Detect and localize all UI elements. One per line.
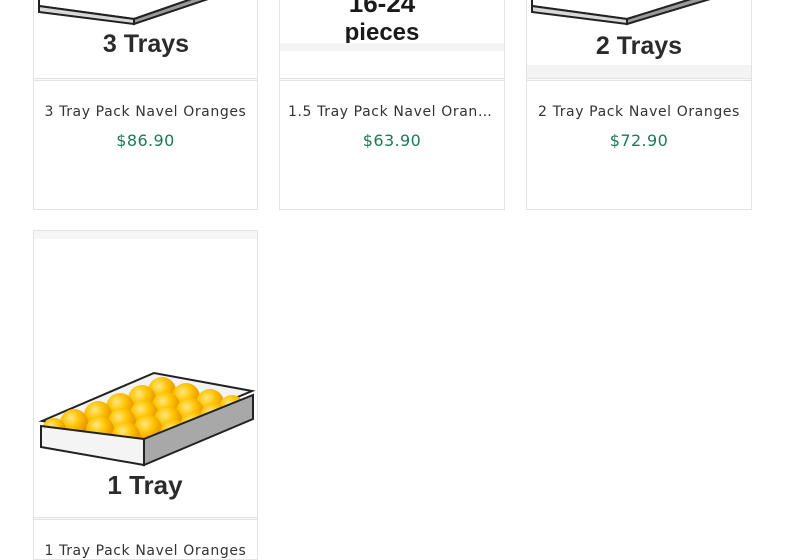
product-price: $63.90 xyxy=(362,131,422,150)
product-image[interactable]: 2 Trays xyxy=(527,0,751,78)
product-price: $72.90 xyxy=(609,131,669,150)
product-title[interactable]: 1.5 Tray Pack Navel Oranges xyxy=(288,104,496,120)
image-caption: 1 Tray xyxy=(107,470,183,500)
product-image[interactable]: 1 Tray xyxy=(34,231,257,517)
product-image[interactable]: 3 Trays xyxy=(34,0,257,78)
product-title[interactable]: 1 Tray Pack Navel Oranges xyxy=(42,543,249,559)
product-title[interactable]: 3 Tray Pack Navel Oranges xyxy=(42,104,249,120)
product-image[interactable]: 16-24 pieces xyxy=(280,0,504,78)
image-caption-line2: pieces xyxy=(345,19,420,46)
product-price: $86.90 xyxy=(116,131,175,150)
image-caption-line1: 16-24 xyxy=(349,0,416,18)
product-title[interactable]: 2 Tray Pack Navel Oranges xyxy=(535,104,743,120)
product-card[interactable]: 3 Trays 3 Tray Pack Navel Oranges $86.90 xyxy=(33,0,258,210)
image-caption: 2 Trays xyxy=(596,32,682,60)
product-card[interactable]: 2 Trays 2 Tray Pack Navel Oranges $72.90 xyxy=(526,0,752,210)
product-card[interactable]: 16-24 pieces 1.5 Tray Pack Navel Oranges… xyxy=(279,0,505,210)
product-card[interactable]: 1 Tray 1 Tray Pack Navel Oranges xyxy=(33,230,258,560)
image-caption: 3 Trays xyxy=(103,30,189,58)
